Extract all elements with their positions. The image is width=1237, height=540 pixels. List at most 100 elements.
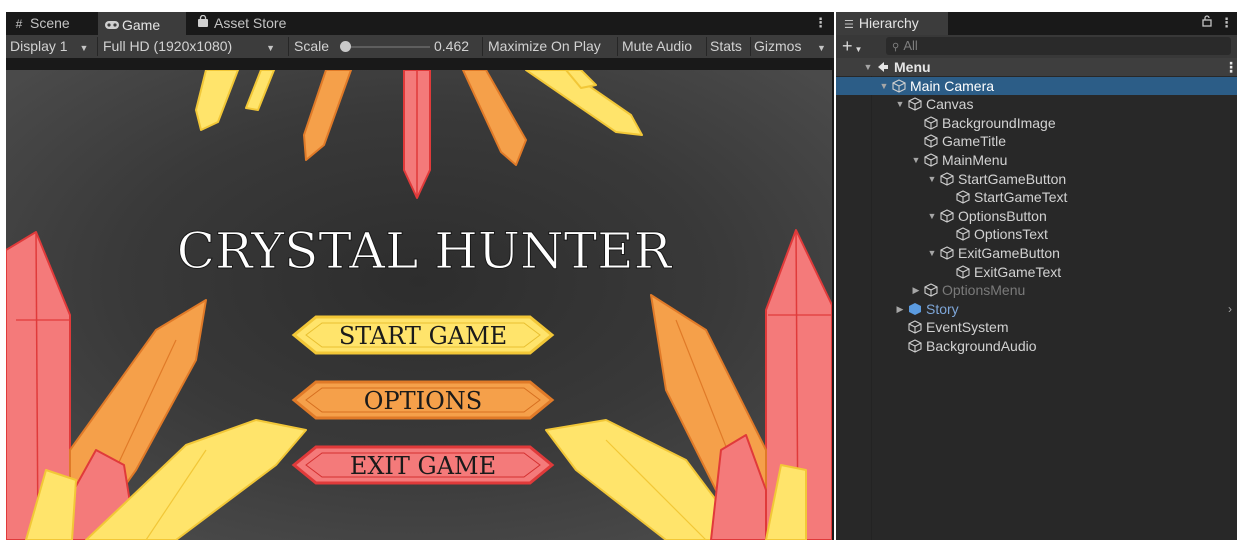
resolution-label: Full HD (1920x1080) [103, 38, 233, 54]
hierarchy-item[interactable]: StartGameText [836, 188, 1237, 206]
hierarchy-item-label: BackgroundImage [942, 114, 1056, 131]
gameobject-cube-icon [940, 209, 954, 223]
toolbar-separator [288, 37, 289, 56]
gameobject-cube-icon [892, 78, 906, 93]
gameobject-cube-icon [924, 283, 938, 297]
hierarchy-item[interactable]: ExitGameText [836, 263, 1237, 281]
options-button[interactable]: OPTIONS [291, 380, 555, 420]
hierarchy-item-label: ExitGameText [974, 263, 1062, 280]
tab-scene-label: Scene [30, 15, 70, 31]
hierarchy-item-label: OptionsButton [958, 207, 1047, 224]
hierarchy-item-label: OptionsMenu [942, 282, 1026, 299]
toolbar-separator [97, 37, 98, 56]
game-toolbar: Display 1 ▼ Full HD (1920x1080) ▼ Scale … [6, 35, 834, 58]
scale-slider-knob[interactable] [340, 41, 351, 52]
gameobject-cube-icon [908, 339, 922, 353]
hierarchy-item-label: StartGameButton [958, 170, 1067, 187]
hierarchy-item[interactable]: ▼ OptionsButton [836, 207, 1237, 225]
editor-tab-bar: # Scene Game Asset Store ⋮ [6, 12, 834, 35]
maximize-on-play-button[interactable]: Maximize On Play [485, 35, 604, 58]
hierarchy-item[interactable]: ▼ Menu ⋮ [836, 58, 1237, 76]
hierarchy-item-label: StartGameText [974, 189, 1068, 206]
scene-menu-kebab-icon[interactable]: ⋮ [1224, 58, 1237, 76]
hierarchy-item[interactable]: OptionsText [836, 225, 1237, 243]
start-game-button[interactable]: START GAME [291, 315, 555, 355]
collapse-arrow-icon[interactable]: ▶ [894, 300, 906, 318]
hierarchy-search-input[interactable]: ⚲ All [886, 37, 1231, 55]
add-icon[interactable]: + ▼ [842, 35, 862, 58]
exit-game-button[interactable]: EXIT GAME [291, 445, 555, 485]
display-label: Display 1 [10, 38, 68, 54]
hierarchy-menu-kebab-icon[interactable]: ⋮ [1220, 15, 1233, 31]
hierarchy-item[interactable]: ▼ ExitGameButton [836, 244, 1237, 262]
expand-arrow-icon[interactable]: ▼ [878, 77, 890, 95]
resolution-dropdown[interactable]: Full HD (1920x1080) ▼ [103, 35, 275, 58]
gizmos-button[interactable]: Gizmos [751, 35, 804, 58]
lock-icon[interactable] [1202, 15, 1212, 30]
tab-asset-store-label: Asset Store [214, 15, 287, 31]
display-dropdown[interactable]: Display 1 ▼ [10, 35, 88, 58]
hierarchy-item-label: ExitGameButton [958, 245, 1060, 261]
hierarchy-item-label: Canvas [926, 96, 974, 113]
hierarchy-item[interactable]: GameTitle [836, 132, 1237, 150]
hierarchy-item-label: MainMenu [942, 152, 1008, 168]
dropdown-arrow-icon: ▼ [79, 43, 89, 53]
scale-slider-track[interactable] [346, 46, 430, 48]
hash-icon: # [15, 17, 23, 31]
hierarchy-item[interactable]: EventSystem [836, 318, 1237, 336]
gameobject-cube-icon [956, 264, 970, 279]
hierarchy-item-label: BackgroundAudio [926, 338, 1037, 354]
gameobject-cube-icon [940, 246, 954, 260]
hierarchy-item[interactable]: ▼ MainMenu [836, 151, 1237, 169]
gameobject-cube-icon [940, 171, 954, 186]
tab-game[interactable]: Game [98, 12, 186, 35]
hierarchy-item-label: Main Camera [910, 77, 995, 94]
gizmos-dropdown-arrow-icon[interactable]: ▼ [817, 35, 826, 58]
gameobject-cube-icon [924, 153, 938, 167]
hierarchy-tab-bar: ☰ Hierarchy ⋮ [836, 12, 1237, 35]
gameobject-cube-icon [924, 116, 938, 130]
tab-asset-store[interactable]: Asset Store [190, 12, 310, 35]
hierarchy-item[interactable]: ▶ Story › [836, 300, 1237, 318]
expand-arrow-icon[interactable]: ▼ [910, 151, 922, 169]
expand-arrow-icon[interactable]: ▼ [926, 244, 938, 262]
expand-arrow-icon[interactable]: ▼ [926, 170, 938, 188]
collapse-arrow-icon[interactable]: ▶ [910, 281, 922, 299]
gameobject-cube-icon [956, 190, 970, 204]
gameobject-cube-icon [956, 227, 970, 242]
scale-label: Scale [294, 38, 330, 54]
game-title: CRYSTAL HUNTER [177, 222, 673, 280]
gameobject-cube-icon [908, 320, 922, 335]
mute-audio-button[interactable]: Mute Audio [619, 35, 695, 58]
hierarchy-item[interactable]: BackgroundImage [836, 114, 1237, 132]
exit-game-label: EXIT GAME [350, 452, 496, 480]
gameobject-cube-icon [908, 97, 922, 111]
toolbar-separator [617, 37, 618, 56]
tab-game-label: Game [122, 17, 161, 33]
search-placeholder: All [903, 38, 918, 53]
hierarchy-toolbar: + ▼ ⚲ All [836, 35, 1237, 58]
tab-hierarchy[interactable]: ☰ Hierarchy [836, 12, 948, 35]
search-icon: ⚲ [892, 42, 900, 53]
hierarchy-item-label: Story [926, 300, 959, 317]
hierarchy-item-label: OptionsText [974, 226, 1048, 243]
hierarchy-item[interactable]: ▼ StartGameButton [836, 170, 1237, 188]
start-game-label: START GAME [339, 322, 507, 350]
hierarchy-item[interactable]: ▼ Main Camera [836, 76, 1237, 95]
options-label: OPTIONS [364, 387, 482, 415]
expand-arrow-icon[interactable]: ▼ [862, 58, 874, 76]
hierarchy-item[interactable]: ▼ Canvas [836, 95, 1237, 113]
game-menu-kebab-icon[interactable]: ⋮ [814, 15, 827, 31]
tab-scene[interactable]: # Scene [6, 12, 96, 35]
stats-button[interactable]: Stats [707, 35, 745, 58]
open-prefab-chevron-icon[interactable]: › [1228, 300, 1232, 318]
hierarchy-item[interactable]: BackgroundAudio [836, 337, 1237, 355]
hierarchy-panel: ☰ Hierarchy ⋮ + ▼ ⚲ All ▼ Menu ⋮ ▼ Main Camera ▼… [836, 12, 1237, 540]
expand-arrow-icon[interactable]: ▼ [926, 207, 938, 225]
shopping-bag-icon [196, 13, 210, 36]
hierarchy-item[interactable]: ▶ OptionsMenu [836, 281, 1237, 299]
toolbar-separator [482, 37, 483, 56]
expand-arrow-icon[interactable]: ▼ [894, 95, 906, 113]
game-window: # Scene Game Asset Store ⋮ Display 1 ▼ Fu… [6, 12, 834, 540]
scale-value: 0.462 [434, 38, 470, 54]
